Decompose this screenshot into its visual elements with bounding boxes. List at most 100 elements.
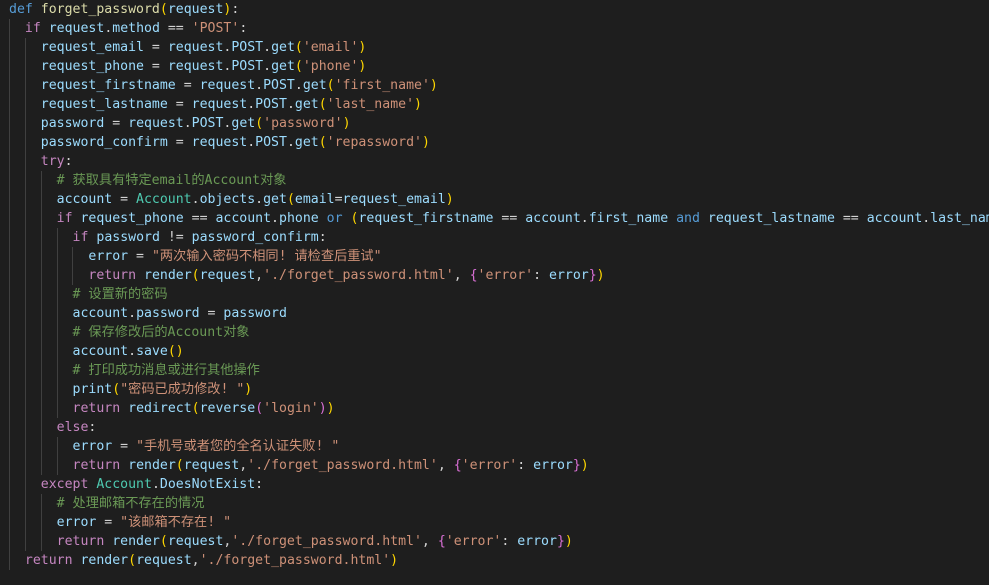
- code-editor-pane[interactable]: def forget_password(request): if request…: [0, 0, 989, 585]
- code-line[interactable]: return render(request,'./forget_password…: [0, 456, 989, 475]
- code-token-p2: }: [556, 534, 565, 549]
- code-token-op: [120, 401, 128, 416]
- code-line[interactable]: print("密码已成功修改! "): [0, 380, 989, 399]
- code-token-var: phone: [279, 211, 319, 226]
- code-token-var: request: [199, 78, 256, 93]
- code-line-text: password_confirm = request.POST.get('rep…: [0, 133, 430, 152]
- code-line[interactable]: error = "两次输入密码不相同! 请检查后重试": [0, 247, 989, 266]
- code-token-var: print: [72, 382, 113, 397]
- code-token-op: .: [286, 135, 295, 150]
- code-token-op: =: [96, 515, 121, 530]
- code-token-op: [700, 211, 708, 226]
- code-line[interactable]: if request.method == 'POST':: [0, 19, 989, 38]
- code-token-op: ==: [183, 211, 216, 226]
- code-line-text: return render(request,'./forget_password…: [0, 532, 573, 551]
- code-token-p1: ): [390, 553, 399, 568]
- code-line[interactable]: # 设置新的密码: [0, 285, 989, 304]
- code-token-op: .: [263, 59, 272, 74]
- code-token-op: .: [151, 477, 160, 492]
- code-token-p1: ): [564, 534, 573, 549]
- code-token-var: get: [271, 40, 295, 55]
- code-token-op: !=: [159, 230, 192, 245]
- code-line[interactable]: # 打印成功消息或进行其他操作: [0, 361, 989, 380]
- code-line[interactable]: try:: [0, 152, 989, 171]
- code-token-p1: ): [445, 192, 454, 207]
- code-token-op: ==: [834, 211, 867, 226]
- code-line-text: request_email = request.POST.get('email'…: [0, 38, 367, 57]
- code-token-op: :: [231, 2, 240, 17]
- code-token-var: password: [96, 230, 160, 245]
- code-line[interactable]: password = request.POST.get('password'): [0, 114, 989, 133]
- code-token-op: .: [191, 192, 200, 207]
- code-line[interactable]: account.save(): [0, 342, 989, 361]
- code-token-p1: (: [112, 382, 121, 397]
- code-token-op: =: [167, 135, 192, 150]
- code-line[interactable]: if password != password_confirm:: [0, 228, 989, 247]
- code-token-op: [9, 116, 41, 131]
- code-token-kwc: return: [72, 401, 121, 416]
- code-line[interactable]: return redirect(reverse('login')): [0, 399, 989, 418]
- code-token-op: .: [271, 211, 279, 226]
- code-token-var: error: [72, 439, 113, 454]
- code-token-op: [319, 211, 327, 226]
- code-line-text: print("密码已成功修改! "): [0, 380, 253, 399]
- code-token-var: POST: [255, 97, 287, 112]
- code-line[interactable]: request_phone = request.POST.get('phone'…: [0, 57, 989, 76]
- code-token-op: ,: [191, 553, 200, 568]
- code-token-op: :: [501, 534, 518, 549]
- code-token-kw: and: [676, 211, 700, 226]
- code-token-var: render: [128, 458, 176, 473]
- code-line[interactable]: request_email = request.POST.get('email'…: [0, 38, 989, 57]
- code-token-op: .: [247, 135, 256, 150]
- code-token-var: password: [136, 306, 200, 321]
- code-token-op: =: [334, 192, 343, 207]
- code-token-var: account: [72, 306, 129, 321]
- code-token-var: POST: [191, 116, 224, 131]
- code-token-op: [9, 268, 88, 283]
- code-token-op: [9, 78, 41, 93]
- code-token-var: request: [48, 21, 105, 36]
- code-line[interactable]: except Account.DoesNotExist:: [0, 475, 989, 494]
- code-line[interactable]: return render(request,'./forget_password…: [0, 266, 989, 285]
- code-line[interactable]: error = "手机号或者您的全名认证失败! ": [0, 437, 989, 456]
- code-token-op: :: [318, 230, 327, 245]
- code-token-kwc: except: [40, 477, 89, 492]
- code-line[interactable]: request_firstname = request.POST.get('fi…: [0, 76, 989, 95]
- code-line[interactable]: return render(request,'./forget_password…: [0, 532, 989, 551]
- code-token-op: [9, 363, 73, 378]
- code-line-text: return render(request,'./forget_password…: [0, 551, 398, 570]
- code-token-var: account: [56, 192, 113, 207]
- code-line[interactable]: return render(request,'./forget_password…: [0, 551, 989, 570]
- code-token-p1: ): [421, 135, 430, 150]
- code-token-str: './forget_password.html': [231, 534, 422, 549]
- code-line-text: # 处理邮箱不存在的情况: [0, 494, 205, 513]
- code-content-area[interactable]: def forget_password(request): if request…: [0, 0, 989, 570]
- code-line[interactable]: # 获取具有特定email的Account对象: [0, 171, 989, 190]
- code-line[interactable]: account.password = password: [0, 304, 989, 323]
- code-token-op: [9, 249, 88, 264]
- code-token-var: get: [302, 78, 327, 93]
- code-token-op: =: [112, 439, 137, 454]
- code-token-op: :: [533, 268, 549, 283]
- code-token-var: method: [112, 21, 160, 36]
- code-line[interactable]: error = "该邮箱不存在! ": [0, 513, 989, 532]
- code-token-p1: (: [191, 268, 200, 283]
- code-token-op: .: [183, 116, 192, 131]
- code-token-var: request_email: [40, 40, 144, 55]
- code-token-op: [9, 439, 73, 454]
- code-line[interactable]: if request_phone == account.phone or (re…: [0, 209, 989, 228]
- code-line[interactable]: # 保存修改后的Account对象: [0, 323, 989, 342]
- code-line[interactable]: account = Account.objects.get(email=requ…: [0, 190, 989, 209]
- code-token-p1: ): [429, 78, 438, 93]
- code-token-kwc: return: [88, 268, 137, 283]
- code-token-fn: forget_password: [40, 2, 160, 17]
- code-line[interactable]: password_confirm = request.POST.get('rep…: [0, 133, 989, 152]
- code-token-var: last_name: [930, 211, 989, 226]
- code-token-var: save: [136, 344, 168, 359]
- code-token-var: render: [112, 534, 160, 549]
- code-line[interactable]: request_lastname = request.POST.get('las…: [0, 95, 989, 114]
- code-line[interactable]: # 处理邮箱不存在的情况: [0, 494, 989, 513]
- code-line[interactable]: else:: [0, 418, 989, 437]
- code-line[interactable]: def forget_password(request):: [0, 0, 989, 19]
- code-token-var: request_phone: [80, 211, 184, 226]
